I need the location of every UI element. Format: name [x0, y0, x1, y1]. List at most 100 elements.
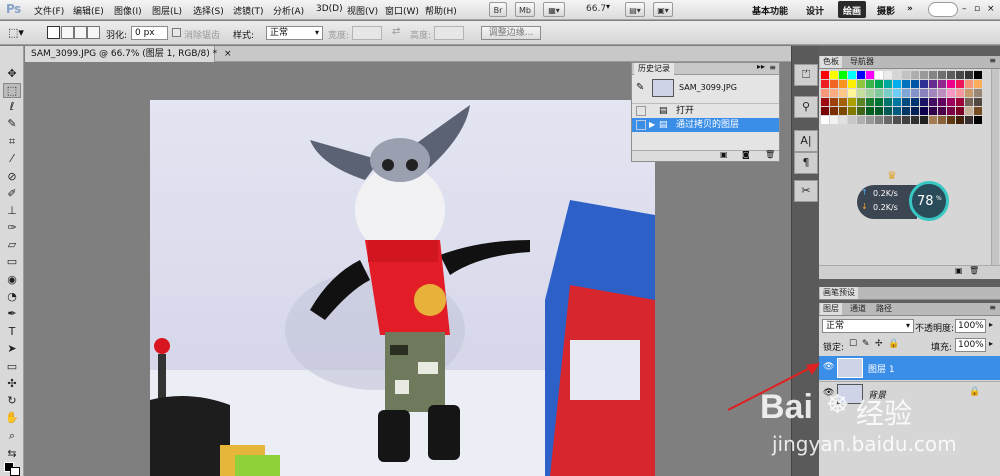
color-swatch[interactable]: [875, 89, 883, 97]
menu-3d[interactable]: 3D(D): [316, 4, 343, 14]
menu-layer[interactable]: 图层(L): [152, 4, 182, 17]
history-state-slider-icon[interactable]: ▶: [649, 118, 655, 132]
3d-orbit-tool-icon[interactable]: ↻: [3, 393, 21, 408]
height-input[interactable]: [434, 26, 464, 40]
workspace-essentials[interactable]: 基本功能: [752, 4, 788, 17]
lock-transparent-icon[interactable]: ☐: [849, 339, 857, 349]
color-swatch[interactable]: [938, 116, 946, 124]
color-swatch[interactable]: [866, 107, 874, 115]
refine-edge-button[interactable]: 调整边缘...: [481, 26, 541, 40]
new-swatch-icon[interactable]: ▣: [955, 266, 963, 275]
history-item-selected[interactable]: ▶ ▤ 通过拷贝的图层: [632, 118, 779, 132]
color-swatch[interactable]: [911, 71, 919, 79]
menu-image[interactable]: 图像(I): [114, 4, 142, 17]
rectangular-marquee-tool-icon[interactable]: ⬚: [3, 83, 21, 98]
panel-menu-icon[interactable]: ≡: [989, 56, 996, 65]
color-swatch[interactable]: [947, 98, 955, 106]
color-swatch[interactable]: [821, 116, 829, 124]
history-item[interactable]: ▤ 打开: [632, 103, 779, 118]
history-source-box[interactable]: [636, 106, 646, 116]
color-swatch[interactable]: [956, 107, 964, 115]
opacity-slider-icon[interactable]: ▸: [989, 320, 993, 329]
tab-paths[interactable]: 路径: [873, 303, 895, 315]
color-swatch[interactable]: [857, 116, 865, 124]
lock-all-icon[interactable]: 🔒: [888, 339, 899, 349]
3d-rotate-tool-icon[interactable]: ✣: [3, 376, 21, 391]
color-swatch[interactable]: [902, 89, 910, 97]
color-swatch[interactable]: [938, 89, 946, 97]
color-swatch[interactable]: [956, 116, 964, 124]
color-swatch[interactable]: [929, 89, 937, 97]
new-document-from-state-icon[interactable]: ▣: [720, 150, 728, 159]
clone-stamp-tool-icon[interactable]: ⊥: [3, 203, 21, 218]
color-swatch[interactable]: [938, 71, 946, 79]
color-swatch[interactable]: [938, 98, 946, 106]
swap-dimensions-icon[interactable]: ⇄: [392, 26, 400, 37]
color-swatch[interactable]: [965, 107, 973, 115]
color-swatch[interactable]: [947, 116, 955, 124]
lock-position-icon[interactable]: ✢: [875, 339, 883, 349]
swap-colors-icon[interactable]: ⇆: [3, 446, 21, 461]
subtract-from-selection-icon[interactable]: [74, 26, 87, 39]
color-swatch[interactable]: [929, 71, 937, 79]
color-swatch[interactable]: [956, 98, 964, 106]
intersect-selection-icon[interactable]: [87, 26, 100, 39]
color-swatch[interactable]: [839, 80, 847, 88]
style-select[interactable]: 正常 ▾: [266, 26, 323, 40]
menu-filter[interactable]: 滤镜(T): [233, 4, 264, 17]
color-swatch[interactable]: [857, 80, 865, 88]
menu-help[interactable]: 帮助(H): [425, 4, 457, 17]
color-swatch[interactable]: [974, 89, 982, 97]
add-to-selection-icon[interactable]: [61, 26, 74, 39]
paragraph-panel-icon[interactable]: ¶: [794, 152, 818, 174]
color-swatch[interactable]: [857, 89, 865, 97]
tab-history[interactable]: 历史记录: [634, 63, 674, 75]
menu-file[interactable]: 文件(F): [34, 4, 64, 17]
path-selection-tool-icon[interactable]: ➤: [3, 341, 21, 356]
color-swatch[interactable]: [938, 107, 946, 115]
color-swatch[interactable]: [875, 107, 883, 115]
screen-mode-button[interactable]: ▣▾: [653, 2, 673, 17]
dodge-tool-icon[interactable]: ◔: [3, 289, 21, 304]
menu-edit[interactable]: 编辑(E): [73, 4, 104, 17]
tab-brush-presets[interactable]: 画笔预设: [820, 287, 858, 299]
delete-state-icon[interactable]: 🗑: [765, 150, 775, 159]
color-swatch[interactable]: [839, 116, 847, 124]
color-swatch[interactable]: [857, 71, 865, 79]
color-swatch[interactable]: [974, 80, 982, 88]
new-selection-icon[interactable]: [47, 26, 60, 39]
blur-tool-icon[interactable]: ◉: [3, 272, 21, 287]
color-swatch[interactable]: [920, 107, 928, 115]
zoom-tool-icon[interactable]: ⌕: [3, 428, 21, 443]
color-swatch[interactable]: [929, 80, 937, 88]
brush-tool-icon[interactable]: ✐: [3, 186, 21, 201]
cs-live-search[interactable]: [928, 2, 958, 17]
color-swatch[interactable]: [947, 71, 955, 79]
color-swatch[interactable]: [884, 98, 892, 106]
workspace-design[interactable]: 设计: [806, 4, 824, 17]
quick-selection-tool-icon[interactable]: ✎: [3, 116, 21, 131]
zoom-level[interactable]: 66.7: [586, 4, 606, 14]
color-swatch[interactable]: [965, 71, 973, 79]
panel-menu-icon[interactable]: ≡: [989, 303, 996, 312]
canvas-image[interactable]: [150, 100, 655, 476]
color-swatch[interactable]: [875, 80, 883, 88]
color-swatch[interactable]: [866, 80, 874, 88]
shape-tool-icon[interactable]: ▭: [3, 359, 21, 374]
color-swatch[interactable]: [875, 71, 883, 79]
new-snapshot-icon[interactable]: ◙: [742, 150, 750, 159]
color-swatch[interactable]: [902, 98, 910, 106]
color-swatch[interactable]: [965, 89, 973, 97]
color-swatch[interactable]: [893, 89, 901, 97]
color-swatch[interactable]: [893, 71, 901, 79]
color-swatch[interactable]: [893, 107, 901, 115]
antialias-checkbox[interactable]: [172, 28, 181, 37]
color-swatch[interactable]: [938, 80, 946, 88]
width-input[interactable]: [352, 26, 382, 40]
color-swatch[interactable]: [830, 98, 838, 106]
move-tool-icon[interactable]: ✥: [3, 66, 21, 81]
color-swatch[interactable]: [821, 107, 829, 115]
color-swatch[interactable]: [821, 98, 829, 106]
color-swatch[interactable]: [902, 107, 910, 115]
color-swatch[interactable]: [884, 116, 892, 124]
